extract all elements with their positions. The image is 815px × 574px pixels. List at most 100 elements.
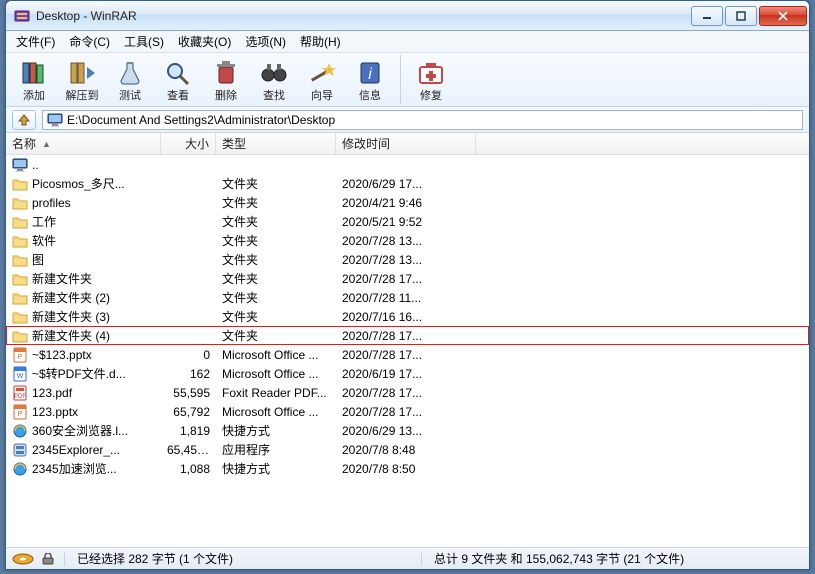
file-name: 360安全浏览器.l...	[32, 422, 128, 439]
titlebar[interactable]: Desktop - WinRAR	[6, 1, 809, 31]
menu-5[interactable]: 帮助(H)	[294, 31, 347, 52]
tool-wizard-button[interactable]: 向导	[298, 55, 346, 105]
file-row[interactable]: 360安全浏览器.l...1,819快捷方式2020/6/29 13...	[6, 421, 809, 440]
binoculars-icon	[259, 59, 289, 87]
file-size: 0	[161, 348, 216, 362]
path-input[interactable]: E:\Document And Settings2\Administrator\…	[42, 110, 803, 130]
file-name: 123.pptx	[32, 405, 78, 419]
svg-text:i: i	[368, 66, 372, 83]
file-row[interactable]: profiles文件夹2020/4/21 9:46	[6, 193, 809, 212]
tool-view-button[interactable]: 查看	[154, 55, 202, 105]
window-buttons	[691, 6, 807, 26]
file-name: 软件	[32, 232, 56, 249]
file-name: ..	[32, 158, 39, 172]
tool-repair-button[interactable]: 修复	[407, 55, 455, 105]
file-row[interactable]: 新建文件夹 (4)文件夹2020/7/28 17...	[6, 326, 809, 345]
parent-dir-row[interactable]: ..	[6, 155, 809, 174]
menu-1[interactable]: 命令(C)	[63, 31, 116, 52]
file-type: 文件夹	[216, 213, 336, 230]
file-type: 快捷方式	[216, 460, 336, 477]
file-name: Picosmos_多尺...	[32, 175, 125, 192]
file-row[interactable]: 新建文件夹文件夹2020/7/28 17...	[6, 269, 809, 288]
statusbar: 已经选择 282 字节 (1 个文件) 总计 9 文件夹 和 155,062,7…	[6, 547, 809, 569]
folder-icon	[12, 309, 28, 325]
file-name: 新建文件夹 (2)	[32, 289, 110, 306]
tool-add-button[interactable]: 添加	[10, 55, 58, 105]
file-date: 2020/7/28 17...	[336, 386, 476, 400]
file-date: 2020/7/28 17...	[336, 405, 476, 419]
file-row[interactable]: 新建文件夹 (3)文件夹2020/7/16 16...	[6, 307, 809, 326]
status-selected: 已经选择 282 字节 (1 个文件)	[73, 550, 413, 567]
info-icon: i	[355, 59, 385, 87]
col-header-type[interactable]: 类型	[216, 133, 336, 154]
file-date: 2020/7/28 11...	[336, 291, 476, 305]
tool-delete-button[interactable]: 删除	[202, 55, 250, 105]
file-date: 2020/5/21 9:52	[336, 215, 476, 229]
folder-icon	[12, 214, 28, 230]
file-row[interactable]: 2345加速浏览...1,088快捷方式2020/7/8 8:50	[6, 459, 809, 478]
menu-3[interactable]: 收藏夹(O)	[172, 31, 237, 52]
file-type: 文件夹	[216, 194, 336, 211]
file-row[interactable]: PDF123.pdf55,595Foxit Reader PDF...2020/…	[6, 383, 809, 402]
monitor-icon	[47, 113, 63, 127]
file-row[interactable]: Picosmos_多尺...文件夹2020/6/29 17...	[6, 174, 809, 193]
computer-icon	[12, 157, 28, 173]
folder-icon	[12, 233, 28, 249]
file-size: 55,595	[161, 386, 216, 400]
tool-label: 查看	[167, 87, 189, 103]
file-row[interactable]: 工作文件夹2020/5/21 9:52	[6, 212, 809, 231]
file-list[interactable]: .. Picosmos_多尺...文件夹2020/6/29 17...profil…	[6, 155, 809, 547]
col-header-size[interactable]: 大小	[161, 133, 216, 154]
file-row[interactable]: P~$123.pptx0Microsoft Office ...2020/7/2…	[6, 345, 809, 364]
menu-4[interactable]: 选项(N)	[239, 31, 292, 52]
file-date: 2020/7/28 17...	[336, 329, 476, 343]
file-row[interactable]: 新建文件夹 (2)文件夹2020/7/28 11...	[6, 288, 809, 307]
menu-0[interactable]: 文件(F)	[10, 31, 61, 52]
file-name: 图	[32, 251, 44, 268]
folder-icon	[12, 271, 28, 287]
up-button[interactable]	[12, 110, 36, 130]
file-row[interactable]: 图文件夹2020/7/28 13...	[6, 250, 809, 269]
file-date: 2020/6/19 17...	[336, 367, 476, 381]
file-row[interactable]: 2345Explorer_...65,458,424应用程序2020/7/8 8…	[6, 440, 809, 459]
window-title: Desktop - WinRAR	[36, 9, 691, 23]
file-row[interactable]: W~$转PDF文件.d...162Microsoft Office ...202…	[6, 364, 809, 383]
file-type: 应用程序	[216, 441, 336, 458]
file-date: 2020/7/28 13...	[336, 234, 476, 248]
file-type: 文件夹	[216, 308, 336, 325]
file-type: 文件夹	[216, 270, 336, 287]
trash-icon	[211, 59, 241, 87]
file-row[interactable]: P123.pptx65,792Microsoft Office ...2020/…	[6, 402, 809, 421]
sort-asc-icon: ▲	[42, 139, 51, 149]
column-headers: 名称▲ 大小 类型 修改时间	[6, 133, 809, 155]
folder-icon	[12, 290, 28, 306]
toolbar-group-repair: 修复	[407, 55, 461, 104]
status-icons	[12, 553, 56, 565]
file-type: 快捷方式	[216, 422, 336, 439]
tool-label: 解压到	[66, 87, 99, 103]
file-type: Microsoft Office ...	[216, 405, 336, 419]
disk-icon	[12, 553, 34, 565]
path-text: E:\Document And Settings2\Administrator\…	[67, 113, 335, 127]
col-header-date[interactable]: 修改时间	[336, 133, 476, 154]
file-row[interactable]: 软件 文件夹2020/7/28 13...	[6, 231, 809, 250]
file-type: 文件夹	[216, 232, 336, 249]
folder-icon	[12, 195, 28, 211]
col-header-name[interactable]: 名称▲	[6, 133, 161, 154]
file-name: 2345Explorer_...	[32, 443, 120, 457]
menu-2[interactable]: 工具(S)	[118, 31, 170, 52]
tool-extract-button[interactable]: 解压到	[58, 55, 106, 105]
app-icon	[14, 8, 30, 24]
file-date: 2020/7/16 16...	[336, 310, 476, 324]
maximize-button[interactable]	[725, 6, 757, 26]
folder-icon	[12, 176, 28, 192]
tool-info-button[interactable]: i信息	[346, 55, 394, 105]
tool-test-button[interactable]: 测试	[106, 55, 154, 105]
tool-label: 向导	[311, 87, 333, 103]
tool-find-button[interactable]: 查找	[250, 55, 298, 105]
minimize-button[interactable]	[691, 6, 723, 26]
file-name: ~$转PDF文件.d...	[32, 365, 126, 382]
lock-icon	[40, 553, 56, 565]
svg-text:W: W	[17, 373, 24, 380]
close-button[interactable]	[759, 6, 807, 26]
